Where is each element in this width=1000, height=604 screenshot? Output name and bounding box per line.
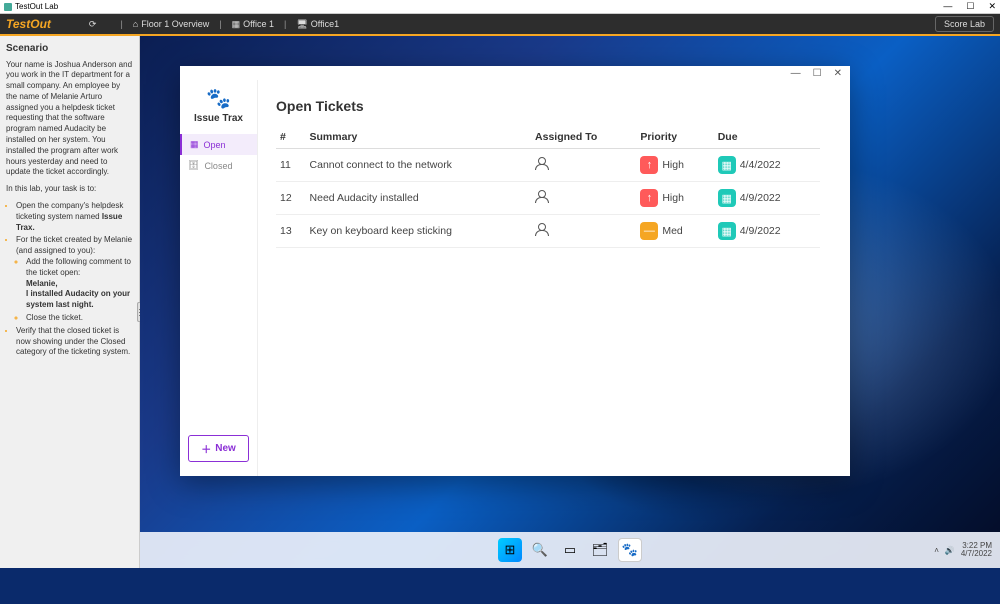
app-icon [4, 3, 12, 11]
priority-icon: — [640, 222, 658, 240]
win-minimize-button[interactable]: — [791, 68, 801, 79]
search-icon[interactable]: 🔍 [528, 538, 552, 562]
crumb-pc[interactable]: 🖥 Office1 [290, 17, 345, 32]
paw-icon: 🐾 [206, 86, 231, 111]
col-num[interactable]: # [276, 126, 306, 149]
cell-due: ▦4/9/2022 [714, 215, 820, 248]
crumb-office[interactable]: ▦ Office 1 [226, 17, 280, 32]
nav-closed[interactable]: 🗄 Closed [180, 155, 257, 176]
person-icon [535, 190, 549, 204]
app-name: Issue Trax [194, 113, 243, 124]
col-priority[interactable]: Priority [636, 126, 713, 149]
app-sidebar: 🐾 Issue Trax ▦ Open 🗄 Closed ＋New [180, 80, 258, 476]
scenario-title: Scenario [6, 42, 133, 56]
table-row[interactable]: 11Cannot connect to the network ↑High▦4/4… [276, 149, 820, 182]
breadcrumb: ⟳ | ⌂ Floor 1 Overview | ▦ Office 1 | 🖥 … [59, 17, 345, 32]
crumb-overview[interactable]: ⌂ Floor 1 Overview [127, 17, 215, 31]
maximize-button[interactable]: ☐ [966, 1, 974, 12]
issue-trax-window: — ☐ ✕ 🐾 Issue Trax ▦ Open 🗄 Closed ＋New … [180, 66, 850, 476]
issue-trax-taskbar-icon[interactable]: 🐾 [618, 538, 642, 562]
tickets-table: # Summary Assigned To Priority Due 11Can… [276, 126, 820, 248]
person-icon [535, 223, 549, 237]
score-lab-button[interactable]: Score Lab [935, 16, 994, 32]
cell-assigned [531, 215, 636, 248]
cell-num: 13 [276, 215, 306, 248]
close-button[interactable]: ✕ [988, 1, 996, 12]
new-button[interactable]: ＋New [188, 435, 249, 462]
calendar-icon: ▦ [718, 222, 736, 240]
person-icon [535, 157, 549, 171]
scenario-taskline: In this lab, your task is to: [6, 184, 133, 195]
cell-summary: Cannot connect to the network [306, 149, 532, 182]
cell-summary: Key on keyboard keep sticking [306, 215, 532, 248]
system-tray[interactable]: ˄ 🔊 3:22 PM4/7/2022 [934, 542, 1000, 558]
cell-due: ▦4/9/2022 [714, 182, 820, 215]
cell-assigned [531, 149, 636, 182]
scenario-intro: Your name is Joshua Anderson and you wor… [6, 60, 133, 179]
task-subitem: Close the ticket. [26, 313, 133, 324]
minimize-button[interactable]: — [943, 1, 952, 12]
nav-open[interactable]: ▦ Open [180, 134, 257, 155]
volume-icon[interactable]: 🔊 [945, 546, 955, 555]
table-row[interactable]: 12Need Audacity installed ↑High▦4/9/2022 [276, 182, 820, 215]
task-item: For the ticket created by Melanie (and a… [16, 235, 133, 323]
tickets-content: Open Tickets # Summary Assigned To Prior… [258, 80, 850, 476]
table-row[interactable]: 13Key on keyboard keep sticking —Med▦4/9/… [276, 215, 820, 248]
cell-priority: ↑High [636, 182, 713, 215]
task-item: Open the company's helpdesk ticketing sy… [16, 201, 133, 233]
tray-chevron-icon[interactable]: ˄ [934, 546, 939, 555]
calendar-icon: ▦ [718, 189, 736, 207]
window-title: TestOut Lab [15, 2, 58, 11]
col-summary[interactable]: Summary [306, 126, 532, 149]
cell-num: 12 [276, 182, 306, 215]
calendar-icon: ▦ [718, 156, 736, 174]
brand-logo: TestOut [6, 17, 51, 31]
plus-icon: ＋ [201, 441, 211, 456]
scenario-panel: Scenario Your name is Joshua Anderson an… [0, 36, 140, 568]
taskbar[interactable]: ⊞ 🔍 ▭ 🗂 🐾 ˄ 🔊 3:22 PM4/7/2022 [140, 532, 1000, 568]
start-button[interactable]: ⊞ [498, 538, 522, 562]
priority-icon: ↑ [640, 156, 658, 174]
col-assigned[interactable]: Assigned To [531, 126, 636, 149]
cell-num: 11 [276, 149, 306, 182]
refresh-icon[interactable]: ⟳ [89, 19, 97, 30]
cell-priority: —Med [636, 215, 713, 248]
page-heading: Open Tickets [276, 98, 820, 114]
task-subitem: Add the following comment to the ticket … [26, 257, 133, 311]
cell-summary: Need Audacity installed [306, 182, 532, 215]
tray-date: 4/7/2022 [961, 550, 992, 558]
lab-toolbar: TestOut ⟳ | ⌂ Floor 1 Overview | ▦ Offic… [0, 14, 1000, 36]
cell-due: ▦4/4/2022 [714, 149, 820, 182]
cell-priority: ↑High [636, 149, 713, 182]
col-due[interactable]: Due [714, 126, 820, 149]
os-titlebar: TestOut Lab — ☐ ✕ [0, 0, 1000, 14]
cell-assigned [531, 182, 636, 215]
explorer-icon[interactable]: 🗂 [588, 538, 612, 562]
desktop[interactable]: — ☐ ✕ 🐾 Issue Trax ▦ Open 🗄 Closed ＋New … [140, 36, 1000, 568]
priority-icon: ↑ [640, 189, 658, 207]
task-item: Verify that the closed ticket is now sho… [16, 326, 133, 358]
win-close-button[interactable]: ✕ [834, 68, 842, 79]
task-view-icon[interactable]: ▭ [558, 538, 582, 562]
win-maximize-button[interactable]: ☐ [813, 68, 822, 79]
